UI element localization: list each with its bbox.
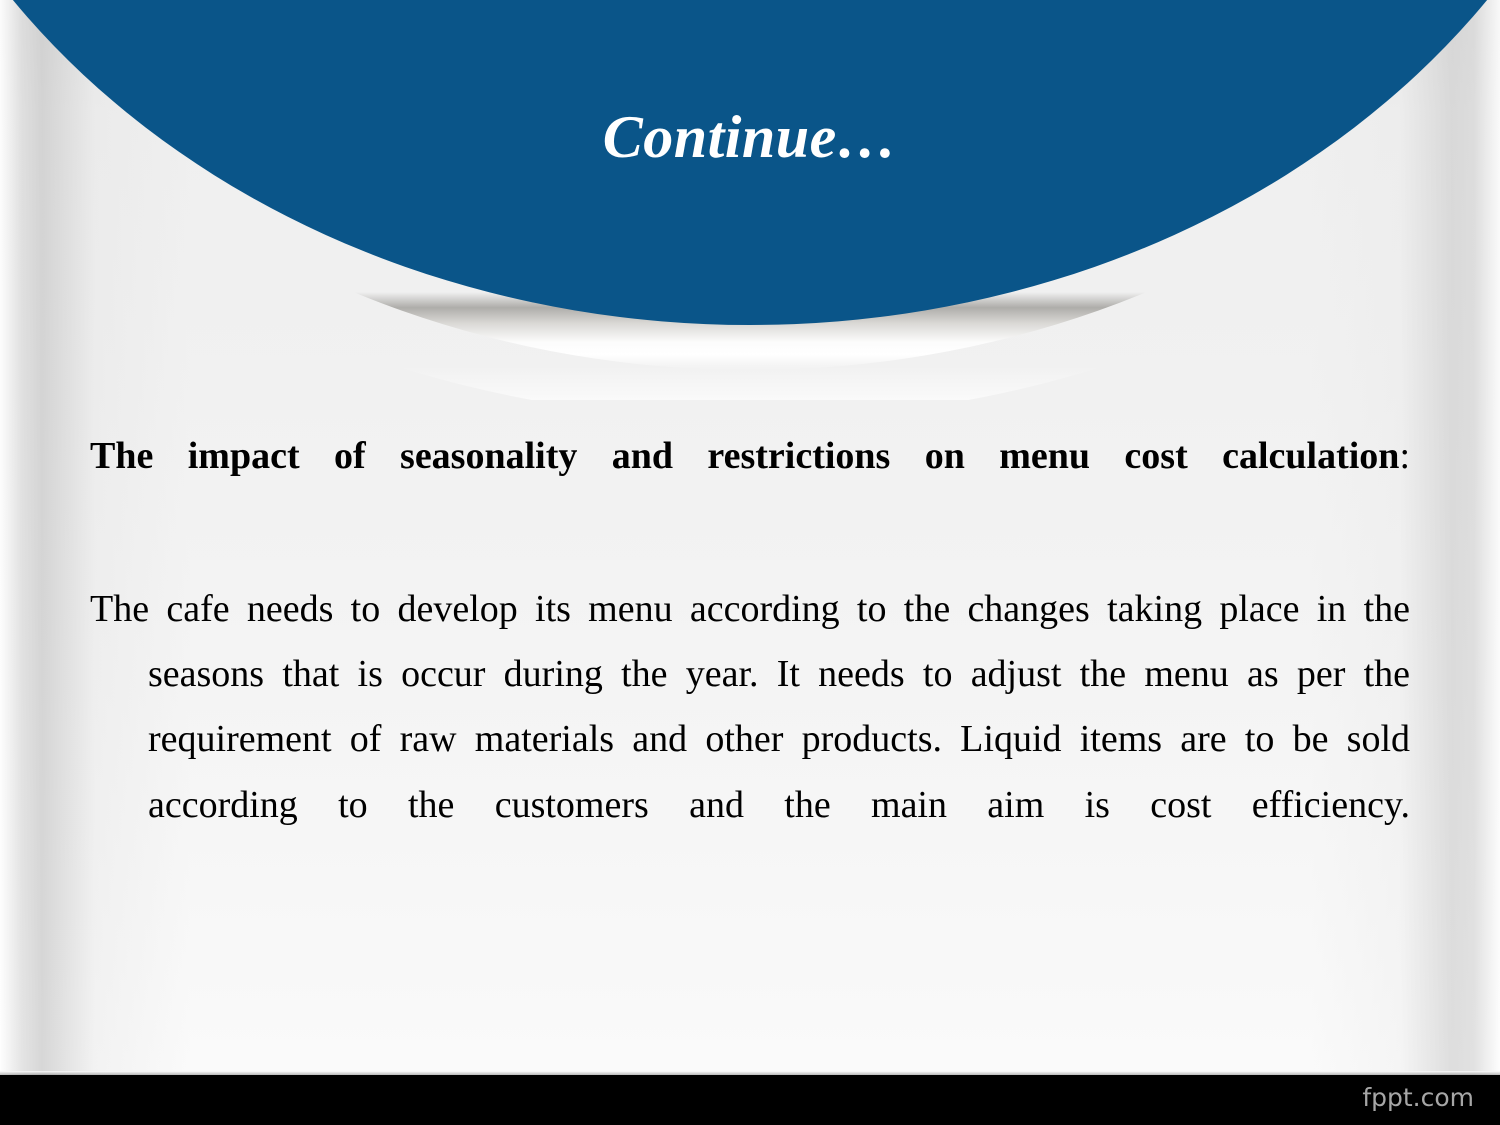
content-paragraph: The cafe needs to develop its menu accor… [90,577,1410,904]
slide: Continue… The impact of seasonality and … [0,0,1500,1125]
content-paragraph-text: The cafe needs to develop its menu accor… [90,587,1410,826]
content-heading-text: The impact of seasonality and restrictio… [90,435,1400,477]
header-banner [0,0,1500,400]
slide-content: The impact of seasonality and restrictio… [90,424,1410,916]
content-heading: The impact of seasonality and restrictio… [90,424,1410,555]
footer-bar [0,1075,1500,1125]
page-title: Continue… [602,104,898,170]
content-heading-colon: : [1399,435,1410,477]
watermark-fppt: fppt.com [1362,1083,1474,1112]
